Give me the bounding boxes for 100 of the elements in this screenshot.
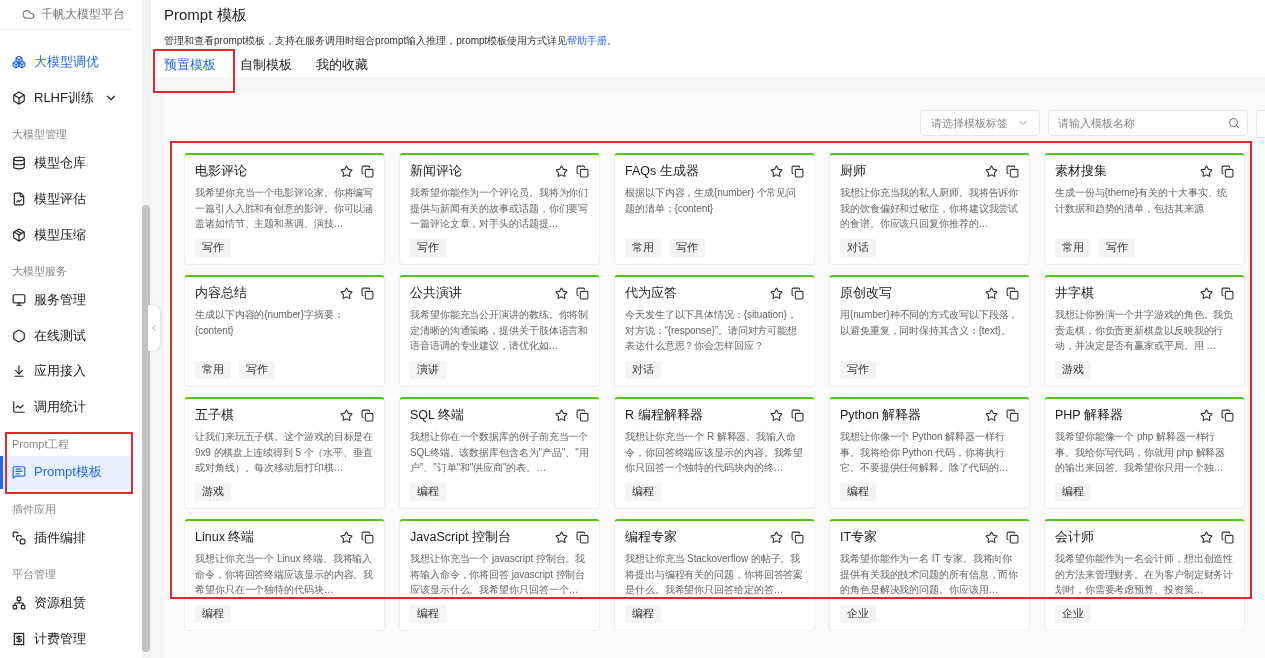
- copy-icon[interactable]: [576, 408, 589, 422]
- template-card[interactable]: JavaScript 控制台 我想让你充当一个 javascript 控制台。我将输入命令，你将回答 javascript 控制台应该显示什么。我希望你只回答一个… 编程: [399, 519, 600, 631]
- card-title: 原创改写: [840, 284, 893, 302]
- card-description: 我想让你扮演一个井字游戏的角色。我负责走棋，你负责更新棋盘以反映我的行动，并决定是否有赢家或平局。用 …: [1055, 308, 1234, 353]
- star-icon[interactable]: [985, 164, 998, 178]
- template-card[interactable]: 内容总结 生成以下内容的{number}字摘要：{content} 常用 写作: [184, 275, 385, 387]
- template-card[interactable]: Linux 终端 我想让你充当一个 Linux 终端。我将输入命令，你将回答终端应该显示的内容。我希望你只在一个独特的代码块… 编程: [184, 519, 385, 631]
- template-card[interactable]: 公共演讲 我希望你能充当公开演讲的教练。你将制定清晰的沟通策略，提供关于肢体语言和语音语调的专业建议，请优化如… 演讲: [399, 275, 600, 387]
- star-icon[interactable]: [1200, 164, 1213, 178]
- package-icon: [12, 227, 26, 242]
- star-icon[interactable]: [985, 530, 998, 544]
- copy-icon[interactable]: [361, 408, 374, 422]
- card-description: 我想让你充当一个 R 解释器。我输入命令，你回答终端应该显示的内容。我希望你只回答一个独特的代码块内的终…: [625, 430, 804, 475]
- star-icon[interactable]: [1200, 408, 1213, 422]
- nav-item[interactable]: 计费管理: [0, 622, 132, 655]
- line-chart-icon: [12, 400, 26, 415]
- cloud-icon: [22, 7, 35, 21]
- copy-icon[interactable]: [1221, 530, 1234, 544]
- nav-item[interactable]: 在线测试: [0, 319, 132, 353]
- card-description: 我希望你能作为一名 IT 专家。我将向你提供有关我的技术问题的所有信息，而你的角色是解决我的问题。你应该用…: [840, 552, 1019, 597]
- tag: 演讲: [410, 361, 446, 379]
- tag: 编程: [625, 483, 661, 501]
- monitor-icon: [12, 292, 26, 307]
- copy-icon[interactable]: [576, 530, 589, 544]
- tag: 写作: [239, 361, 275, 379]
- star-icon[interactable]: [985, 286, 998, 300]
- copy-icon[interactable]: [1006, 530, 1019, 544]
- star-icon[interactable]: [340, 530, 353, 544]
- copy-icon[interactable]: [791, 530, 804, 544]
- template-card[interactable]: PHP 解释器 我希望你能像一个 php 解释器一样行事。我给你写代码，你就用 php 解释器的输出来回答。我希望你只用一个独… 编程: [1044, 397, 1245, 509]
- nav-item[interactable]: 资源租赁: [0, 586, 132, 620]
- template-card[interactable]: SQL 终端 我想让你在一个数据库的例子前充当一个SQL终端。该数据库包含名为"产品"、"用户"、"订单"和"供应商"的表。… 编程: [399, 397, 600, 509]
- nav-item[interactable]: 应用接入: [0, 355, 132, 388]
- card-description: 我希望你能像一个 php 解释器一样行事。我给你写代码，你就用 php 解释器的输出来回答。我希望你只用一个独…: [1055, 430, 1227, 475]
- star-icon[interactable]: [555, 164, 568, 178]
- scrollbar-thumb[interactable]: [142, 205, 150, 652]
- copy-icon[interactable]: [1006, 286, 1019, 300]
- copy-icon[interactable]: [1006, 164, 1019, 178]
- template-card[interactable]: R 编程解释器 我想让你充当一个 R 解释器。我输入命令，你回答终端应该显示的内容。我希望你只回答一个独特的代码块内的终… 编程: [614, 397, 815, 509]
- template-card[interactable]: 会计师 我希望你能作为一名会计师，想出创造性的方法来管理财务。在为客户制定财务计划时，你需要考虑预算、投资策… 企业: [1044, 519, 1245, 631]
- copy-icon[interactable]: [576, 286, 589, 300]
- tab[interactable]: 自制模板: [240, 56, 292, 81]
- tag-select[interactable]: 请选择模板标签: [920, 110, 1040, 136]
- nav-item[interactable]: 插件编排: [0, 521, 132, 554]
- card-title: IT专家: [840, 528, 879, 546]
- copy-icon[interactable]: [576, 164, 589, 178]
- nav-item[interactable]: 模型压缩: [0, 218, 132, 252]
- template-card[interactable]: Python 解释器 我想让你像一个 Python 解释器一样行事。我将给你 Python 代码，你将执行它。不要提供任何解释。除了代码的… 编程: [829, 397, 1030, 509]
- tag: 写作: [669, 239, 705, 257]
- copy-icon[interactable]: [361, 286, 374, 300]
- template-card[interactable]: 井字棋 我想让你扮演一个井字游戏的角色。我负责走棋，你负责更新棋盘以反映我的行动，并决定是否有赢家或平局。用 … 游戏: [1044, 275, 1245, 387]
- card-title: JavaScript 控制台: [410, 528, 512, 546]
- nav-item[interactable]: Prompt模板: [0, 456, 132, 489]
- star-icon[interactable]: [1200, 286, 1213, 300]
- star-icon[interactable]: [770, 164, 783, 178]
- template-card[interactable]: 代为应答 今天发生了以下具体情况：{situation}，对方说：“{response}”。请问对方可能想表达什么意思？你会怎样回应？ 对话: [614, 275, 815, 387]
- copy-icon[interactable]: [791, 408, 804, 422]
- template-card[interactable]: 厨师 我想让你充当我的私人厨师。我将告诉你我的饮食偏好和过敏症，你将建议我尝试的食谱。你应该只回复你推荐的… 对话: [829, 153, 1030, 265]
- star-icon[interactable]: [555, 530, 568, 544]
- tag: 写作: [840, 361, 876, 379]
- template-card[interactable]: 五子棋 让我们来玩五子棋。这个游戏的目标是在 9x9 的棋盘上连续得到 5 个（水平、垂直或对角线）。每次移动后打印棋… 游戏: [184, 397, 385, 509]
- copy-icon[interactable]: [1221, 408, 1234, 422]
- template-card[interactable]: FAQs 生成器 根据以下内容，生成{number} 个常见问题的清单：{content} 常用 写作: [614, 153, 815, 265]
- copy-icon[interactable]: [791, 164, 804, 178]
- star-icon[interactable]: [770, 408, 783, 422]
- page-description: 管理和查看prompt模板，支持在服务调用时组合prompt输入推理，prompt模板使用方式详见帮助手册。: [164, 34, 619, 48]
- copy-icon[interactable]: [1221, 164, 1234, 178]
- template-card[interactable]: 原创改写 用{number}种不同的方式改写以下段落，以避免重复，同时保持其含义：{text}。 写作: [829, 275, 1030, 387]
- search-field[interactable]: 请输入模板名称: [1048, 110, 1248, 136]
- star-icon[interactable]: [1200, 530, 1213, 544]
- nav-item[interactable]: 模型评估: [0, 182, 132, 216]
- copy-icon[interactable]: [361, 164, 374, 178]
- star-icon[interactable]: [340, 286, 353, 300]
- template-card[interactable]: 素材搜集 生成一份与{theme}有关的十大事实、统计数据和趋势的清单，包括其来源 常用 写作: [1044, 153, 1245, 265]
- template-card[interactable]: 新闻评论 我希望你能作为一个评论员。我将为你们提供与新闻有关的故事或话题，你们要写一篇评论文章，对手头的话题提… 写作: [399, 153, 600, 265]
- star-icon[interactable]: [770, 530, 783, 544]
- template-card[interactable]: 电影评论 我希望你充当一个电影评论家。你将编写一篇引人入胜和有创意的影评。你可以涵盖诸如情节、主题和基调、演技… 写作: [184, 153, 385, 265]
- search-icon: [1228, 117, 1240, 129]
- nav-item[interactable]: 模型仓库: [0, 146, 132, 180]
- tag: 常用: [195, 361, 231, 379]
- star-icon[interactable]: [985, 408, 998, 422]
- tab[interactable]: 我的收藏: [316, 56, 368, 81]
- template-card[interactable]: IT专家 我希望你能作为一名 IT 专家。我将向你提供有关我的技术问题的所有信息，而你的角色是解决我的问题。你应该用… 企业: [829, 519, 1030, 631]
- tag: 企业: [840, 605, 876, 623]
- template-card[interactable]: 编程专家 我想让你充当 Stackoverflow 的帖子。我将提出与编程有关的问题，你将回答答案是什么。我希望你只回答给定的答… 编程: [614, 519, 815, 631]
- nav-item[interactable]: 服务管理: [0, 283, 132, 317]
- copy-icon[interactable]: [1221, 286, 1234, 300]
- star-icon[interactable]: [770, 286, 783, 300]
- star-icon[interactable]: [555, 286, 568, 300]
- nav-item[interactable]: RLHF训练: [0, 81, 132, 115]
- nav-item[interactable]: 大模型调优: [0, 45, 132, 79]
- help-link[interactable]: 帮助手册: [567, 35, 608, 46]
- star-icon[interactable]: [340, 408, 353, 422]
- copy-icon[interactable]: [791, 286, 804, 300]
- star-icon[interactable]: [555, 408, 568, 422]
- nav-item[interactable]: 调用统计: [0, 390, 132, 424]
- copy-icon[interactable]: [1006, 408, 1019, 422]
- star-icon[interactable]: [340, 164, 353, 178]
- collapse-handle[interactable]: [148, 305, 160, 351]
- copy-icon[interactable]: [361, 530, 374, 544]
